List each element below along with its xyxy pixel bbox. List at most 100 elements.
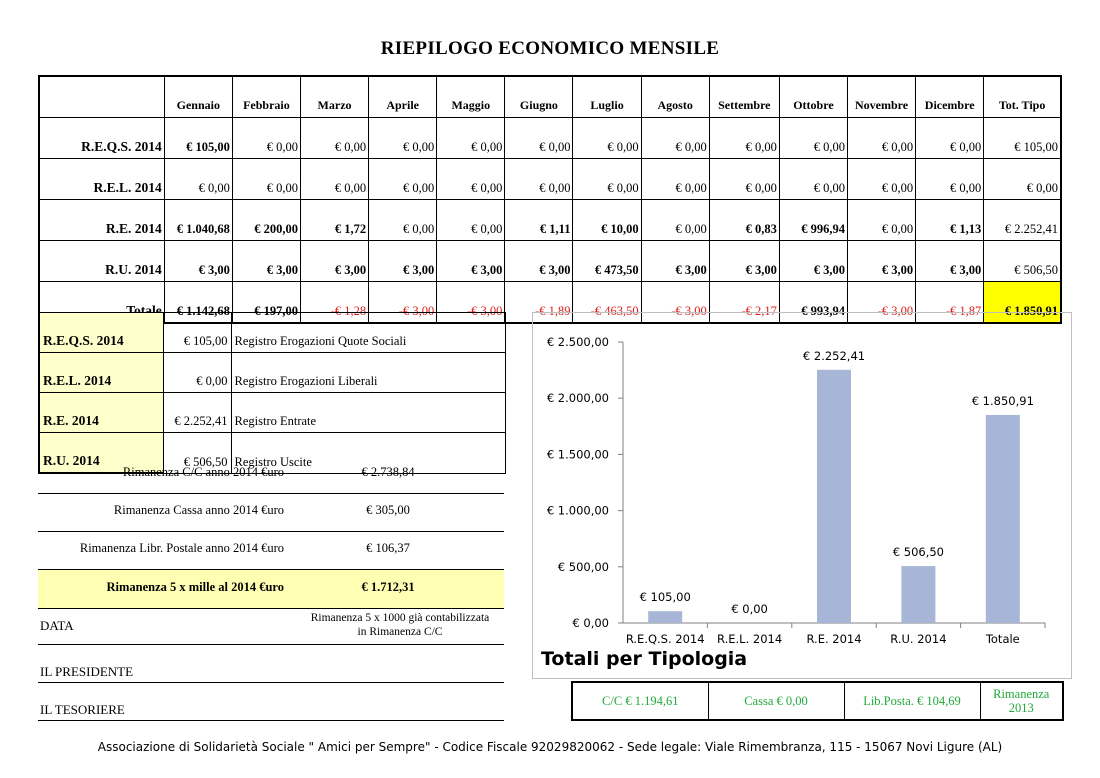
table-cell: € 0,00: [231, 158, 301, 200]
table-cell: € 506,50: [983, 240, 1062, 282]
rimanenza-value: € 1.712,31: [361, 580, 415, 594]
legend-row: R.E.Q.S. 2014 € 105,00 Registro Erogazio…: [38, 312, 506, 353]
table-cell: € 105,00: [983, 117, 1062, 159]
data-label: DATA: [40, 618, 74, 633]
table-cell: € 1,11: [504, 199, 574, 241]
rimanenza-label: Rimanenza C/C anno 2014 €uro: [122, 465, 284, 479]
table-cell: € 3,00: [708, 240, 780, 282]
legend-description: Registro Erogazioni Quote Sociali: [230, 312, 506, 353]
rimanenza-label: Rimanenza 5 x mille al 2014 €uro: [106, 580, 284, 594]
table-cell: € 0,00: [778, 117, 848, 159]
legend-value: € 105,00: [162, 312, 232, 353]
rimanenza-2013: Rimanenza 2013: [979, 681, 1064, 721]
presidente-label: IL PRESIDENTE: [40, 664, 134, 679]
row-label: R.U. 2014: [38, 240, 165, 282]
table-row: R.U. 2014 € 3,00 € 3,00 € 3,00 € 3,00 € 3,00 €…: [38, 240, 1062, 282]
table-cell: € 0,00: [708, 117, 780, 159]
table-cell: € 3,00: [368, 240, 438, 282]
footer-text: Associazione di Solidarietà Sociale " Am…: [97, 740, 1003, 754]
bar: [648, 611, 683, 623]
row-label: R.E.Q.S. 2014: [38, 117, 165, 159]
table-cell: € 0,00: [299, 158, 370, 200]
legend-code: R.E. 2014: [38, 392, 164, 433]
month-header: Maggio: [436, 75, 506, 118]
rimanenza-cc-row: Rimanenza C/C anno 2014 €uro € 2.738,84: [38, 455, 504, 494]
totals-chart: € 0,00 € 500,00 € 1.000,00 € 1.500,00 € 2.00…: [532, 312, 1072, 679]
table-cell: € 3,00: [915, 240, 985, 282]
table-cell: € 3,00: [231, 240, 301, 282]
table-cell: € 996,94: [778, 199, 848, 241]
month-header: Febbraio: [231, 75, 301, 118]
table-cell: € 0,00: [436, 199, 506, 241]
table-cell: € 3,00: [504, 240, 574, 282]
table-cell: € 0,00: [368, 117, 438, 159]
y-tick-label: € 2.500,00: [547, 335, 609, 349]
table-cell: € 1.040,68: [163, 199, 233, 241]
table-cell: € 200,00: [231, 199, 301, 241]
rimanenza-2013-line: Rimanenza: [993, 687, 1050, 701]
month-header: Luglio: [572, 75, 642, 118]
rimanenza-value: € 2.738,84: [361, 465, 415, 479]
month-header: Agosto: [640, 75, 710, 118]
table-cell: € 0,00: [436, 158, 506, 200]
bar: [985, 414, 1020, 623]
table-cell: € 0,00: [368, 199, 438, 241]
table-cell: € 0,00: [572, 158, 642, 200]
data-label: € 2.252,41: [803, 349, 865, 363]
x-tick-label: R.U. 2014: [890, 632, 946, 646]
table-cell: € 0,00: [846, 158, 917, 200]
table-cell: € 3,00: [778, 240, 848, 282]
y-tick-label: € 1.500,00: [547, 447, 609, 461]
data-label: € 1.850,91: [972, 394, 1034, 408]
rimanenza-postale-row: Rimanenza Libr. Postale anno 2014 €uro €…: [38, 531, 504, 570]
table-cell: € 0,00: [640, 199, 710, 241]
note-line: Rimanenza 5 x 1000 già contabilizzata: [310, 612, 490, 624]
x-tick-label: R.E.Q.S. 2014: [626, 632, 705, 646]
rimanenza-cassa-row: Rimanenza Cassa anno 2014 €uro € 305,00: [38, 493, 504, 532]
rimanenza-label: Rimanenza Libr. Postale anno 2014 €uro: [79, 541, 284, 555]
table-cell: € 1,13: [915, 199, 985, 241]
y-tick-label: € 500,00: [558, 560, 609, 574]
y-tick-label: € 0,00: [572, 616, 609, 630]
month-header: Aprile: [368, 75, 438, 118]
table-cell: € 0,00: [915, 158, 985, 200]
rimanenza-label: Rimanenza Cassa anno 2014 €uro: [113, 503, 284, 517]
data-label: € 0,00: [731, 602, 768, 616]
table-cell: € 3,00: [846, 240, 917, 282]
table-cell: € 0,00: [708, 158, 780, 200]
balance-summary-table: C/C € 1.194,61 Cassa € 0,00 Lib.Posta. €…: [571, 681, 1064, 721]
header-row: Gennaio Febbraio Marzo Aprile Maggio Giu…: [38, 75, 1062, 118]
table-cell: € 0,00: [572, 117, 642, 159]
y-tick-label: € 2.000,00: [547, 391, 609, 405]
bar: [817, 369, 851, 623]
chart-svg: € 0,00 € 500,00 € 1.000,00 € 1.500,00 € 2.00…: [547, 335, 1046, 646]
legend-row: R.E.L. 2014 € 0,00 Registro Erogazioni L…: [38, 352, 506, 393]
five-per-thousand-note: Rimanenza 5 x 1000 già contabilizzata in…: [300, 611, 500, 639]
table-cell: € 473,50: [572, 240, 642, 282]
table-cell: € 0,00: [163, 158, 233, 200]
rimanenza-5xmille-row: Rimanenza 5 x mille al 2014 €uro € 1.712…: [38, 569, 504, 609]
table-cell: € 0,00: [983, 158, 1062, 200]
data-label: € 506,50: [893, 545, 944, 559]
x-tick-label: Totale: [985, 632, 1020, 646]
y-tick-label: € 1.000,00: [547, 504, 609, 518]
page-title: RIEPILOGO ECONOMICO MENSILE: [380, 38, 720, 59]
table-cell: € 0,00: [640, 117, 710, 159]
x-tick-label: R.E. 2014: [806, 632, 861, 646]
table-cell: € 0,00: [778, 158, 848, 200]
tesoriere-label: IL TESORIERE: [40, 702, 125, 717]
table-cell: € 0,00: [299, 117, 370, 159]
table-cell: € 0,00: [846, 117, 917, 159]
total-header: Tot. Tipo: [983, 75, 1062, 118]
data-label: € 105,00: [640, 590, 691, 604]
table-cell: € 0,00: [640, 158, 710, 200]
month-header: Marzo: [299, 75, 370, 118]
table-cell: € 10,00: [572, 199, 642, 241]
chart-title: Totali per Tipologia: [541, 648, 748, 670]
rimanenza-value: € 106,37: [366, 541, 410, 555]
tesoriere-line: [38, 720, 504, 721]
x-tick-label: R.E.L. 2014: [717, 632, 782, 646]
table-cell: € 1,72: [299, 199, 370, 241]
bar: [901, 566, 936, 623]
cc-balance: C/C € 1.194,61: [571, 681, 709, 721]
